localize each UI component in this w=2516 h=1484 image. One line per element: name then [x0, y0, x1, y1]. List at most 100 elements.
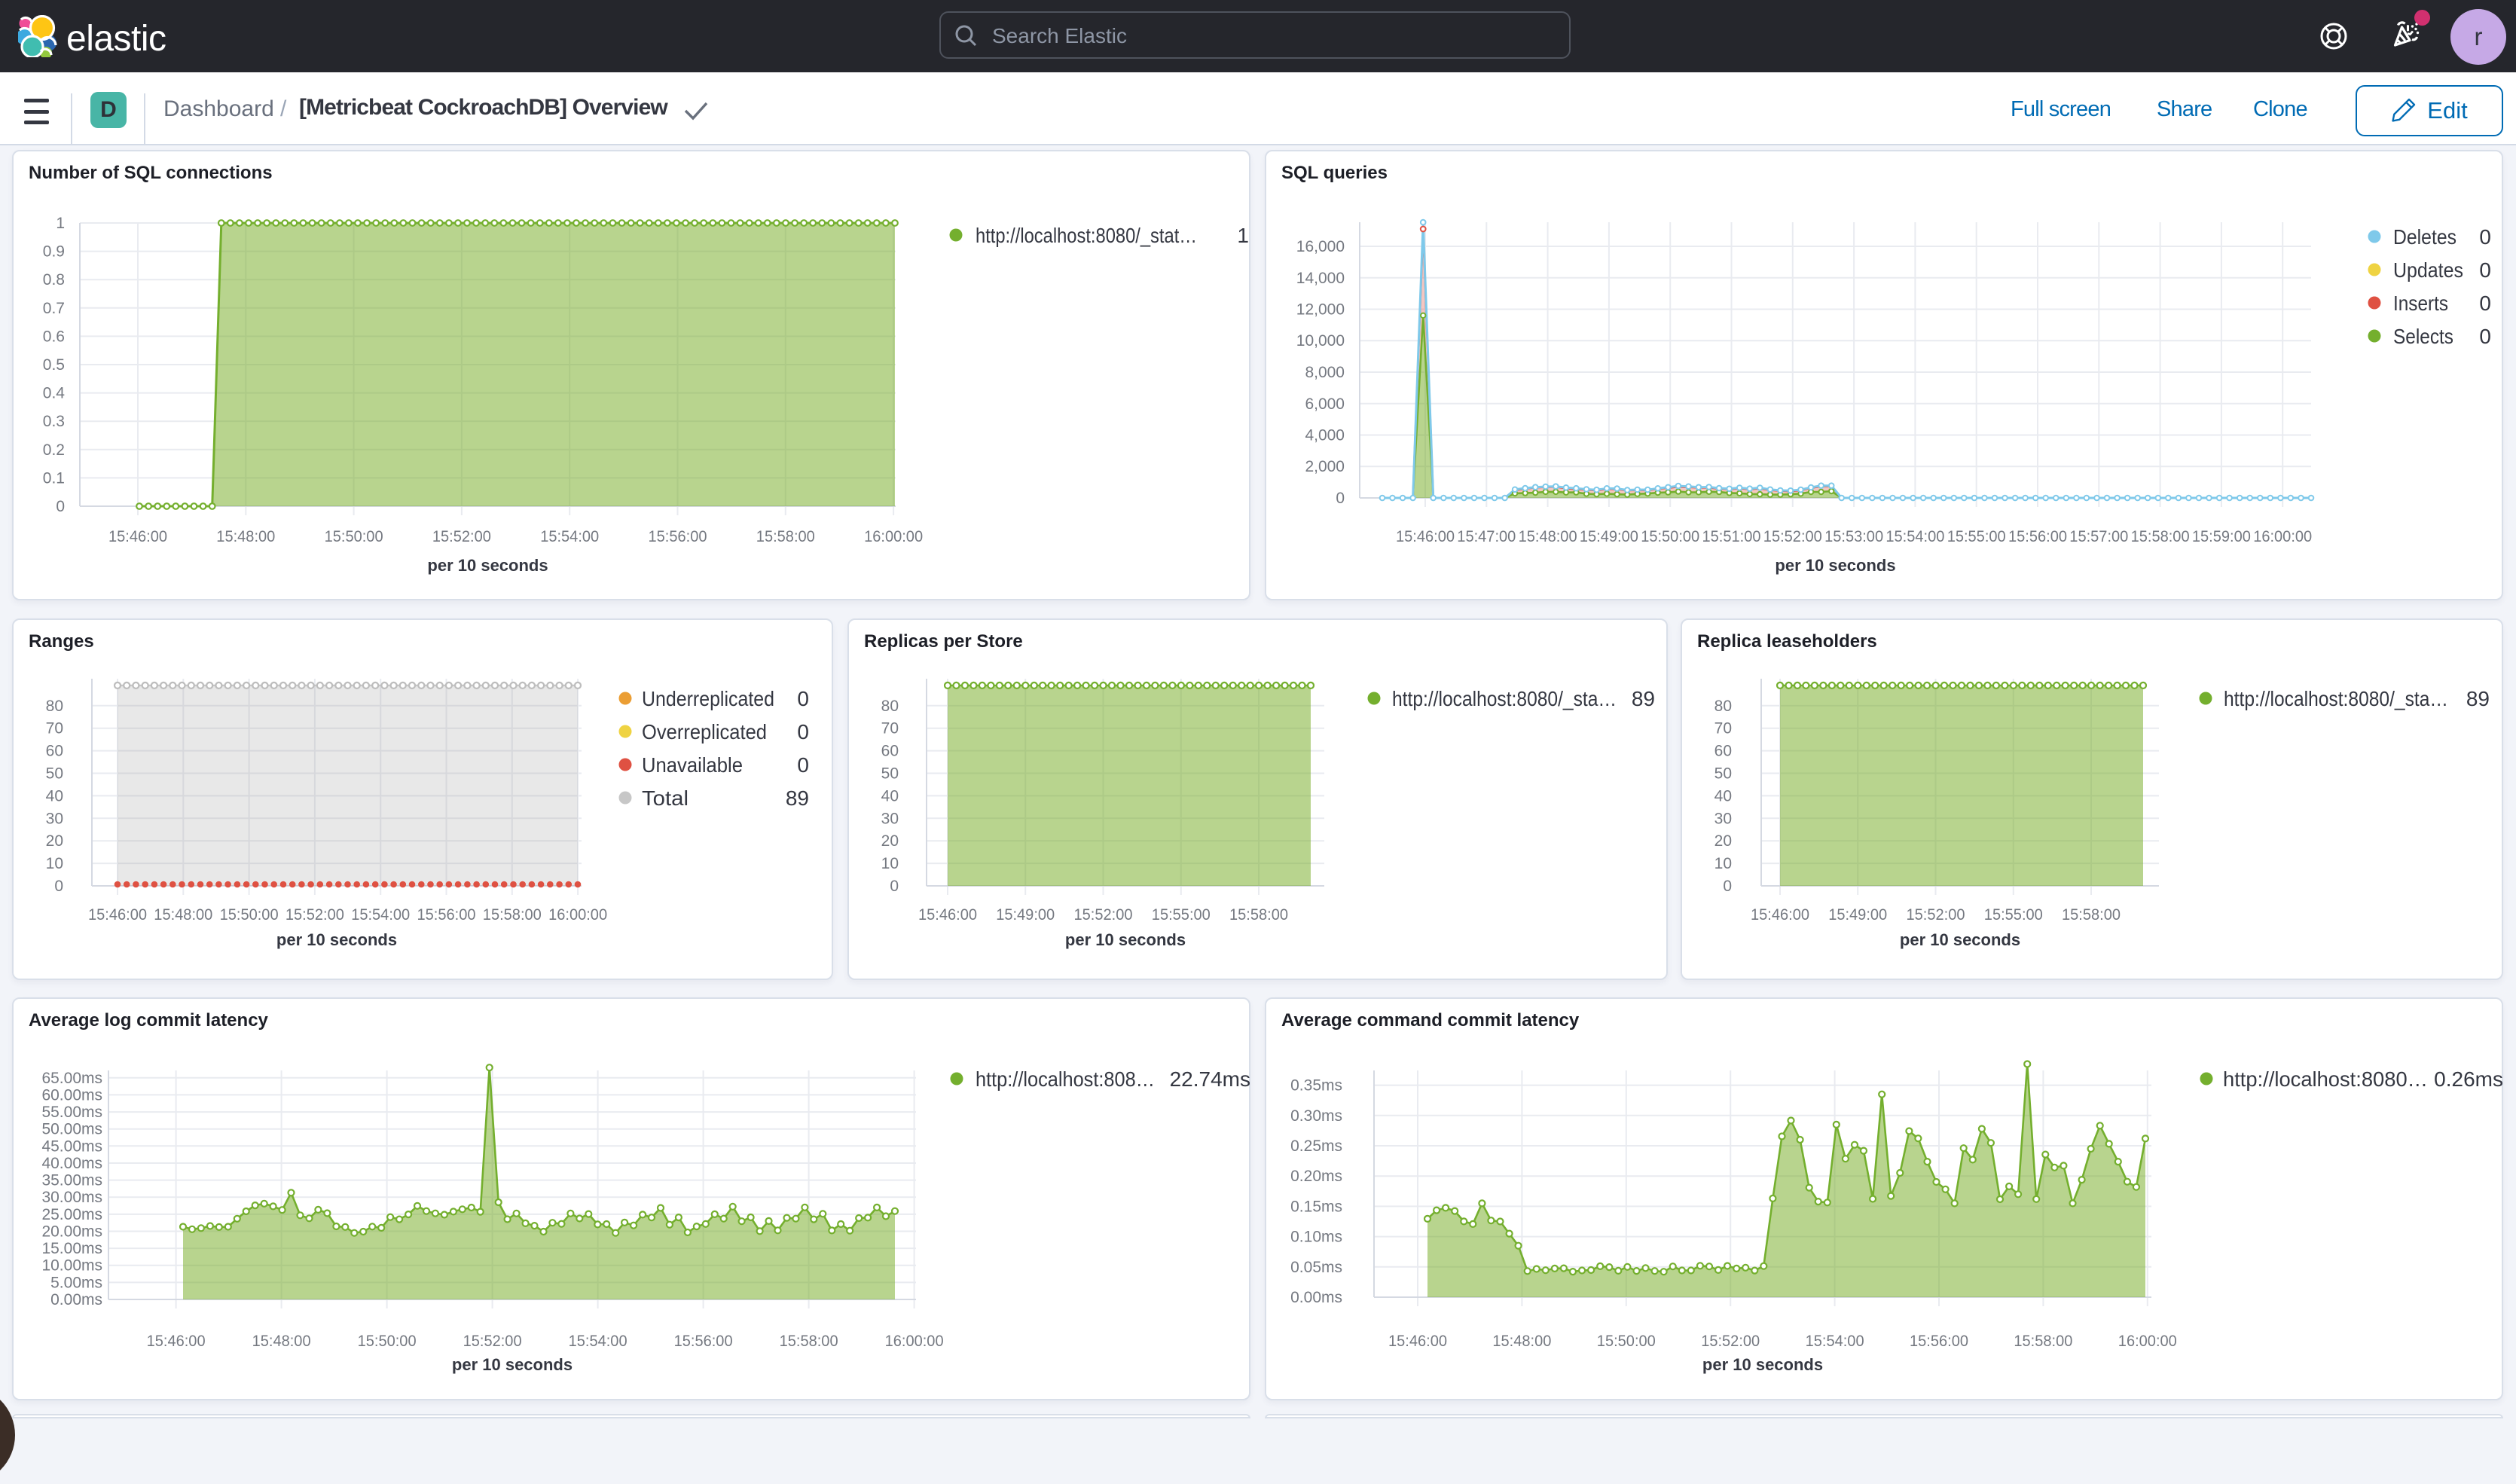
svg-text:70: 70 [46, 720, 63, 737]
svg-text:15:52:00: 15:52:00 [1074, 906, 1133, 924]
svg-text:Underreplicated: Underreplicated [642, 687, 774, 710]
svg-text:http://localhost:8080…: http://localhost:8080… [2223, 1067, 2428, 1091]
svg-text:0.5: 0.5 [43, 356, 65, 374]
svg-text:65.00ms: 65.00ms [41, 1070, 102, 1087]
svg-text:15:46:00: 15:46:00 [88, 906, 147, 924]
svg-text:20: 20 [881, 832, 899, 850]
svg-text:per 10 seconds: per 10 seconds [427, 556, 548, 575]
svg-text:10: 10 [881, 855, 899, 872]
svg-text:0.9: 0.9 [43, 243, 65, 261]
svg-text:80: 80 [46, 698, 63, 715]
svg-text:35.00ms: 35.00ms [41, 1172, 102, 1189]
svg-text:15:49:00: 15:49:00 [996, 906, 1055, 924]
svg-text:0.3: 0.3 [43, 413, 65, 430]
svg-text:15:52:00: 15:52:00 [1701, 1333, 1760, 1350]
svg-text:4,000: 4,000 [1305, 427, 1345, 444]
svg-text:0.6: 0.6 [43, 328, 65, 345]
svg-text:10.00ms: 10.00ms [41, 1257, 102, 1275]
svg-text:25.00ms: 25.00ms [41, 1206, 102, 1223]
svg-text:Selects: Selects [2393, 325, 2453, 348]
svg-text:80: 80 [1714, 698, 1732, 715]
svg-text:15:52:00: 15:52:00 [1907, 906, 1965, 924]
svg-text:Average command commit latency: Average command commit latency [1281, 1010, 1580, 1031]
svg-text:15:48:00: 15:48:00 [1519, 528, 1577, 545]
svg-text:40.00ms: 40.00ms [41, 1155, 102, 1172]
svg-text:30: 30 [46, 810, 63, 827]
svg-text:60.00ms: 60.00ms [41, 1086, 102, 1104]
svg-text:Updates: Updates [2393, 258, 2463, 282]
svg-text:Ranges: Ranges [29, 631, 94, 652]
svg-text:0.20ms: 0.20ms [1290, 1168, 1342, 1185]
svg-text:15:49:00: 15:49:00 [1580, 528, 1638, 545]
svg-text:15:55:00: 15:55:00 [1947, 528, 2006, 545]
svg-text:15:56:00: 15:56:00 [649, 528, 707, 545]
svg-text:http://localhost:8080/_stat…: http://localhost:8080/_stat… [976, 224, 1197, 247]
svg-text:8,000: 8,000 [1305, 364, 1345, 381]
svg-text:15:57:00: 15:57:00 [2069, 528, 2128, 545]
svg-text:15:58:00: 15:58:00 [2062, 906, 2121, 924]
svg-text:15:46:00: 15:46:00 [1396, 528, 1455, 545]
svg-text:0: 0 [56, 498, 65, 515]
svg-text:per 10 seconds: per 10 seconds [452, 1355, 573, 1374]
svg-text:15:48:00: 15:48:00 [1492, 1333, 1551, 1350]
svg-text:5.00ms: 5.00ms [50, 1274, 102, 1291]
svg-text:16:00:00: 16:00:00 [548, 906, 607, 924]
svg-text:Total: Total [642, 786, 689, 810]
svg-text:0.2: 0.2 [43, 441, 65, 459]
svg-text:55.00ms: 55.00ms [41, 1104, 102, 1121]
svg-text:0: 0 [1336, 490, 1345, 507]
svg-text:15:55:00: 15:55:00 [1984, 906, 2043, 924]
svg-text:6,000: 6,000 [1305, 395, 1345, 413]
svg-text:0.7: 0.7 [43, 300, 65, 317]
svg-text:10: 10 [1714, 855, 1732, 872]
svg-text:0: 0 [890, 878, 899, 895]
svg-text:15:56:00: 15:56:00 [674, 1333, 733, 1350]
svg-text:45.00ms: 45.00ms [41, 1137, 102, 1155]
svg-text:15:58:00: 15:58:00 [1229, 906, 1288, 924]
svg-text:0: 0 [2479, 225, 2491, 249]
svg-text:15:50:00: 15:50:00 [220, 906, 279, 924]
svg-text:40: 40 [46, 787, 63, 805]
svg-text:15:51:00: 15:51:00 [1702, 528, 1761, 545]
svg-text:Deletes: Deletes [2393, 225, 2456, 249]
svg-text:0.05ms: 0.05ms [1290, 1259, 1342, 1276]
svg-text:per 10 seconds: per 10 seconds [276, 930, 397, 949]
svg-text:0: 0 [2479, 258, 2491, 282]
svg-text:0: 0 [2479, 325, 2491, 348]
svg-text:0: 0 [797, 687, 809, 710]
svg-text:0.30ms: 0.30ms [1290, 1107, 1342, 1125]
svg-text:15:59:00: 15:59:00 [2192, 528, 2251, 545]
svg-text:15:52:00: 15:52:00 [1763, 528, 1822, 545]
svg-text:15:47:00: 15:47:00 [1457, 528, 1516, 545]
svg-text:2,000: 2,000 [1305, 458, 1345, 475]
svg-text:60: 60 [46, 743, 63, 760]
svg-text:30.00ms: 30.00ms [41, 1189, 102, 1206]
svg-text:15:54:00: 15:54:00 [540, 528, 599, 545]
svg-text:22.74ms: 22.74ms [1170, 1067, 1250, 1091]
svg-text:15:50:00: 15:50:00 [358, 1333, 417, 1350]
svg-text:20: 20 [1714, 832, 1732, 850]
svg-text:0: 0 [797, 720, 809, 744]
svg-text:15:50:00: 15:50:00 [325, 528, 383, 545]
svg-text:16:00:00: 16:00:00 [885, 1333, 944, 1350]
svg-text:15:58:00: 15:58:00 [2014, 1333, 2072, 1350]
svg-text:30: 30 [1714, 810, 1732, 827]
svg-text:0.1: 0.1 [43, 469, 65, 487]
svg-text:15:50:00: 15:50:00 [1597, 1333, 1656, 1350]
svg-text:0.15ms: 0.15ms [1290, 1198, 1342, 1215]
svg-text:Replicas per Store: Replicas per Store [864, 631, 1023, 652]
svg-text:12,000: 12,000 [1296, 301, 1345, 319]
svg-text:Overreplicated: Overreplicated [642, 720, 767, 744]
svg-text:15:48:00: 15:48:00 [216, 528, 275, 545]
svg-text:per 10 seconds: per 10 seconds [1702, 1355, 1823, 1374]
svg-text:89: 89 [786, 786, 809, 810]
svg-text:40: 40 [881, 787, 899, 805]
svg-text:15:46:00: 15:46:00 [1751, 906, 1809, 924]
svg-text:16:00:00: 16:00:00 [2118, 1333, 2177, 1350]
svg-text:50.00ms: 50.00ms [41, 1121, 102, 1138]
svg-text:20.00ms: 20.00ms [41, 1223, 102, 1241]
svg-text:50: 50 [1714, 765, 1732, 783]
svg-text:15:54:00: 15:54:00 [351, 906, 410, 924]
svg-text:16,000: 16,000 [1296, 238, 1345, 255]
svg-text:15:46:00: 15:46:00 [147, 1333, 206, 1350]
